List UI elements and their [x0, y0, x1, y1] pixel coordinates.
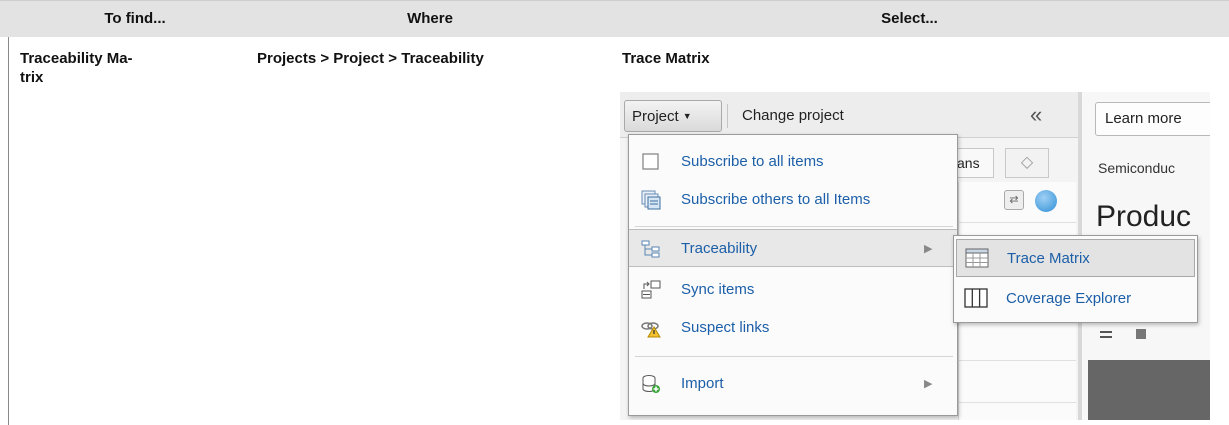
suspect-links-icon	[641, 322, 661, 338]
change-project-link[interactable]: Change project	[742, 100, 844, 132]
checkbox-icon	[642, 153, 659, 170]
sync-items-icon	[641, 280, 661, 299]
to-find-line-2: trix	[20, 69, 44, 86]
swap-icon[interactable]: ⇄	[1004, 190, 1024, 210]
to-find-line-1: Traceability Ma-	[20, 50, 133, 67]
menu-item-traceability[interactable]: Traceability ▶	[629, 229, 957, 267]
menu-item-label: Traceability	[681, 240, 758, 257]
table-left-border	[8, 37, 9, 425]
menu-item-label: Subscribe others to all Items	[681, 191, 871, 208]
import-icon	[642, 375, 660, 393]
learn-more-button[interactable]: Learn more	[1095, 102, 1210, 136]
select-cell: Trace Matrix	[622, 50, 710, 67]
to-find-cell: Traceability Ma- trix	[20, 49, 133, 87]
trace-matrix-icon	[965, 248, 989, 268]
project-menu-button[interactable]: Project ▼	[624, 100, 722, 132]
menu-item-subscribe-all[interactable]: Subscribe to all items	[629, 143, 957, 181]
where-cell: Projects > Project > Traceability	[257, 50, 484, 67]
menu-item-subscribe-others[interactable]: Subscribe others to all Items	[629, 181, 957, 219]
submenu-item-coverage-explorer[interactable]: Coverage Explorer	[956, 280, 1195, 318]
traceability-icon	[641, 240, 660, 258]
table-header-row: To find... Where Select...	[0, 1, 1229, 37]
submenu-arrow-icon: ▶	[924, 378, 933, 390]
header-to-find: To find...	[104, 10, 166, 27]
help-icon[interactable]	[1035, 190, 1057, 212]
menu-separator	[635, 356, 953, 357]
tag-icon[interactable]: ◇	[1005, 148, 1049, 178]
toolbar-separator	[727, 104, 728, 128]
menu-item-label: Sync items	[681, 281, 755, 298]
image-placeholder	[1088, 360, 1210, 420]
project-button-label: Project	[632, 108, 679, 125]
menu-item-suspect-links[interactable]: Suspect links	[629, 309, 957, 347]
list-view-icon[interactable]	[1100, 328, 1160, 342]
product-heading: Produc	[1096, 200, 1192, 233]
submenu-item-label: Trace Matrix	[1007, 250, 1090, 267]
embedded-screenshot: Project ▼ Change project « ans ◇ ⇄ Learn …	[620, 92, 1210, 420]
project-dropdown-menu: Subscribe to all items Subscribe others …	[628, 134, 958, 416]
coverage-explorer-icon	[964, 288, 988, 308]
list-divider	[958, 402, 1076, 403]
header-where: Where	[407, 10, 453, 27]
submenu-arrow-icon: ▶	[924, 243, 933, 255]
menu-item-sync-items[interactable]: Sync items	[629, 271, 957, 309]
header-select: Select...	[881, 10, 938, 27]
menu-item-label: Subscribe to all items	[681, 153, 824, 170]
menu-item-label: Suspect links	[681, 319, 770, 336]
subscribe-others-icon	[641, 190, 661, 210]
menu-item-label: Import	[681, 375, 724, 392]
menu-item-import[interactable]: Import ▶	[629, 365, 957, 403]
list-divider	[958, 360, 1076, 361]
list-divider	[958, 222, 1076, 223]
menu-separator	[635, 226, 953, 227]
project-subtitle: Semiconduc	[1098, 160, 1176, 176]
submenu-item-label: Coverage Explorer	[1006, 290, 1132, 307]
caret-down-icon: ▼	[682, 111, 692, 121]
traceability-submenu: Trace Matrix Coverage Explorer	[953, 235, 1198, 323]
collapse-panel-icon[interactable]: «	[1030, 100, 1042, 130]
submenu-item-trace-matrix[interactable]: Trace Matrix	[956, 239, 1195, 277]
